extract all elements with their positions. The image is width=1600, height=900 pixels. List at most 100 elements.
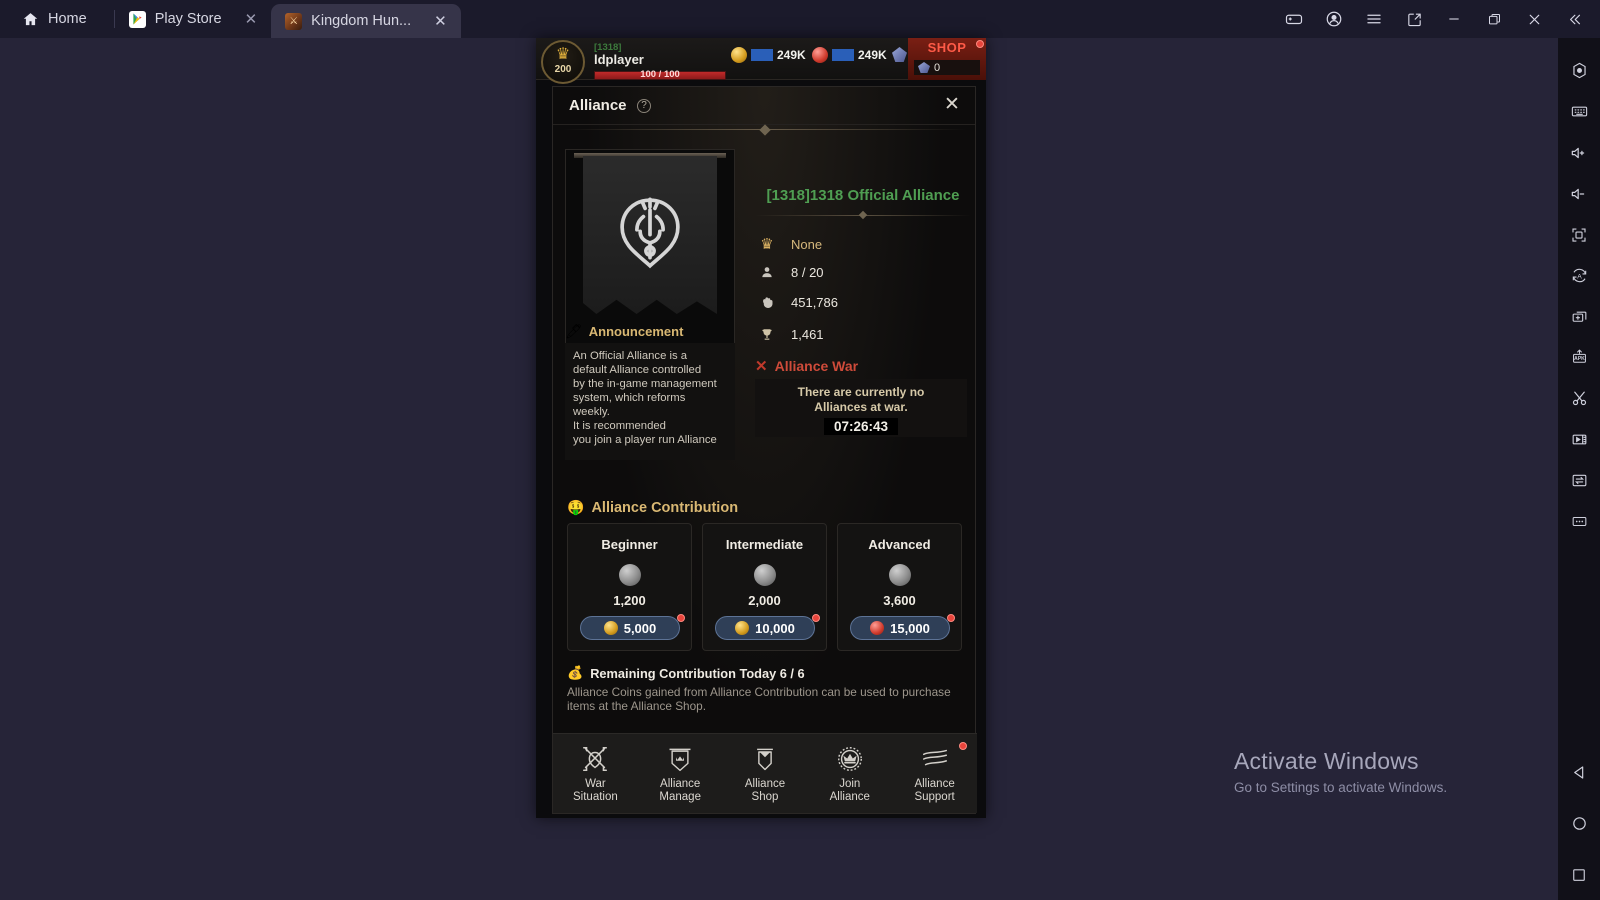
trophy-icon [757, 327, 777, 342]
maximize-icon[interactable] [1474, 0, 1514, 38]
player-avatar[interactable]: ♛ 200 [541, 40, 585, 84]
announcement-body: An Official Alliance is a default Allian… [573, 350, 717, 446]
contribution-reward-icon [753, 564, 776, 586]
header-divider [563, 125, 967, 134]
contribution-card-intermediate[interactable]: Intermediate 2,000 10,000 [702, 523, 827, 651]
android-home-icon[interactable] [1558, 798, 1600, 849]
shop-button[interactable]: SHOP 0 [908, 38, 986, 80]
announcement-header: 🖊 Announcement [565, 323, 683, 340]
gold-coin-icon [603, 621, 618, 635]
tab-play-store-close-icon[interactable]: ✕ [245, 12, 258, 27]
menu-icon[interactable] [1354, 0, 1394, 38]
nav-war-situation[interactable]: War Situation [559, 742, 631, 804]
collapse-sidebar-icon[interactable] [1554, 0, 1594, 38]
contribute-button[interactable]: 15,000 [850, 616, 950, 640]
resource-gold[interactable]: 249K [731, 47, 806, 63]
window-controls [1274, 0, 1600, 38]
contribution-reward-icon [618, 564, 641, 586]
quill-icon: 🖊 [565, 323, 583, 339]
nav-label: Alliance Manage [659, 778, 701, 803]
game-window: ♛ 200 [1318] ldplayer 100 / 100 249K 249… [536, 38, 986, 818]
alliance-war-header: ✕ Alliance War [755, 357, 858, 375]
card-reward-value: 2,000 [748, 593, 781, 608]
nav-join-alliance[interactable]: Join Alliance [814, 742, 886, 804]
alliance-shop-icon [729, 742, 801, 776]
volume-down-icon[interactable] [1558, 173, 1600, 214]
emulator-sidebar: A APK [1558, 38, 1600, 900]
gold-coin-icon [735, 621, 750, 635]
tab-play-store[interactable]: Play Store ✕ [115, 0, 271, 38]
contribution-card-advanced[interactable]: Advanced 3,600 15,000 [837, 523, 962, 651]
fullscreen-icon[interactable] [1558, 214, 1600, 255]
minimize-icon[interactable] [1434, 0, 1474, 38]
card-tier-label: Advanced [868, 537, 931, 552]
more-options-icon[interactable] [1558, 501, 1600, 542]
contribution-badge [812, 614, 820, 622]
alliance-banner-panel [565, 149, 735, 344]
settings-hex-icon[interactable] [1558, 50, 1600, 91]
contribution-card-beginner[interactable]: Beginner 1,200 5,000 [567, 523, 692, 651]
alliance-war-box: There are currently no Alliances at war.… [755, 379, 967, 437]
alliance-name-divider [755, 211, 971, 219]
contribution-header: 🤑 Alliance Contribution [567, 499, 738, 516]
red-x-icon: ✕ [755, 358, 768, 375]
stat-trophy: 1,461 [757, 327, 824, 342]
help-icon[interactable]: ? [637, 99, 651, 113]
card-tier-label: Beginner [601, 537, 658, 552]
nav-label: Alliance Shop [744, 778, 786, 803]
tab-kingdom-hunter[interactable]: ⚔ Kingdom Hun... ✕ [271, 4, 461, 38]
play-store-icon [128, 10, 146, 28]
members-icon [757, 265, 777, 280]
stat-power: 451,786 [757, 295, 838, 310]
red-coin-icon [870, 621, 885, 635]
contribution-hand-icon: 🤑 [567, 499, 585, 515]
stat-power-value: 451,786 [791, 295, 838, 310]
tab-kingdom-hunter-close-icon[interactable]: ✕ [434, 14, 447, 29]
gamepad-icon[interactable] [1274, 0, 1314, 38]
dialog-close-icon[interactable]: ✕ [941, 95, 963, 117]
close-icon[interactable] [1514, 0, 1554, 38]
alliance-emblem-icon [609, 192, 691, 274]
account-icon[interactable] [1314, 0, 1354, 38]
nav-label: War Situation [573, 778, 618, 803]
popout-icon[interactable] [1394, 0, 1434, 38]
nav-alliance-shop[interactable]: Alliance Shop [729, 742, 801, 804]
contribution-reward-icon [888, 564, 911, 586]
nav-alliance-manage[interactable]: Alliance Manage [644, 742, 716, 804]
player-identity: [1318] ldplayer [594, 42, 644, 67]
auto-rotate-icon[interactable]: A [1558, 255, 1600, 296]
home-icon [22, 11, 39, 28]
stat-members-value: 8 / 20 [791, 265, 824, 280]
stat-leader-value: None [791, 236, 823, 252]
volume-up-icon[interactable] [1558, 132, 1600, 173]
watermark-subtitle: Go to Settings to activate Windows. [1234, 780, 1448, 795]
alliance-dialog: Alliance ? ✕ 🖊 Announcement An Official … [552, 86, 977, 814]
player-hp-label: 100 / 100 [640, 69, 680, 80]
android-back-icon[interactable] [1558, 747, 1600, 798]
red-coin-icon [812, 47, 828, 63]
contribute-button[interactable]: 5,000 [580, 616, 680, 640]
card-cost-value: 15,000 [890, 620, 930, 636]
alliance-war-title: Alliance War [774, 358, 859, 374]
card-reward-value: 3,600 [883, 593, 916, 608]
announcement-box[interactable]: An Official Alliance is a default Allian… [565, 343, 735, 460]
stat-members: 8 / 20 [757, 265, 824, 280]
contribute-button[interactable]: 10,000 [715, 616, 815, 640]
tab-play-store-label: Play Store [154, 11, 222, 27]
install-apk-icon[interactable]: APK [1558, 337, 1600, 378]
nav-alliance-support[interactable]: Alliance Support [899, 742, 971, 804]
file-transfer-icon[interactable] [1558, 460, 1600, 501]
tab-home[interactable]: Home [0, 0, 115, 38]
gem-icon [892, 47, 907, 62]
android-recents-icon[interactable] [1558, 849, 1600, 900]
shop-badge [976, 40, 984, 48]
resource-red-value: 249K [858, 48, 887, 62]
stat-leader: ♛ None [757, 235, 822, 253]
crown-icon: ♛ [555, 46, 571, 63]
keyboard-icon[interactable] [1558, 91, 1600, 132]
video-record-icon[interactable] [1558, 419, 1600, 460]
resource-red[interactable]: 249K [812, 47, 887, 63]
shop-gem-value: 0 [934, 61, 941, 74]
scissors-icon[interactable] [1558, 378, 1600, 419]
multi-instance-icon[interactable] [1558, 296, 1600, 337]
